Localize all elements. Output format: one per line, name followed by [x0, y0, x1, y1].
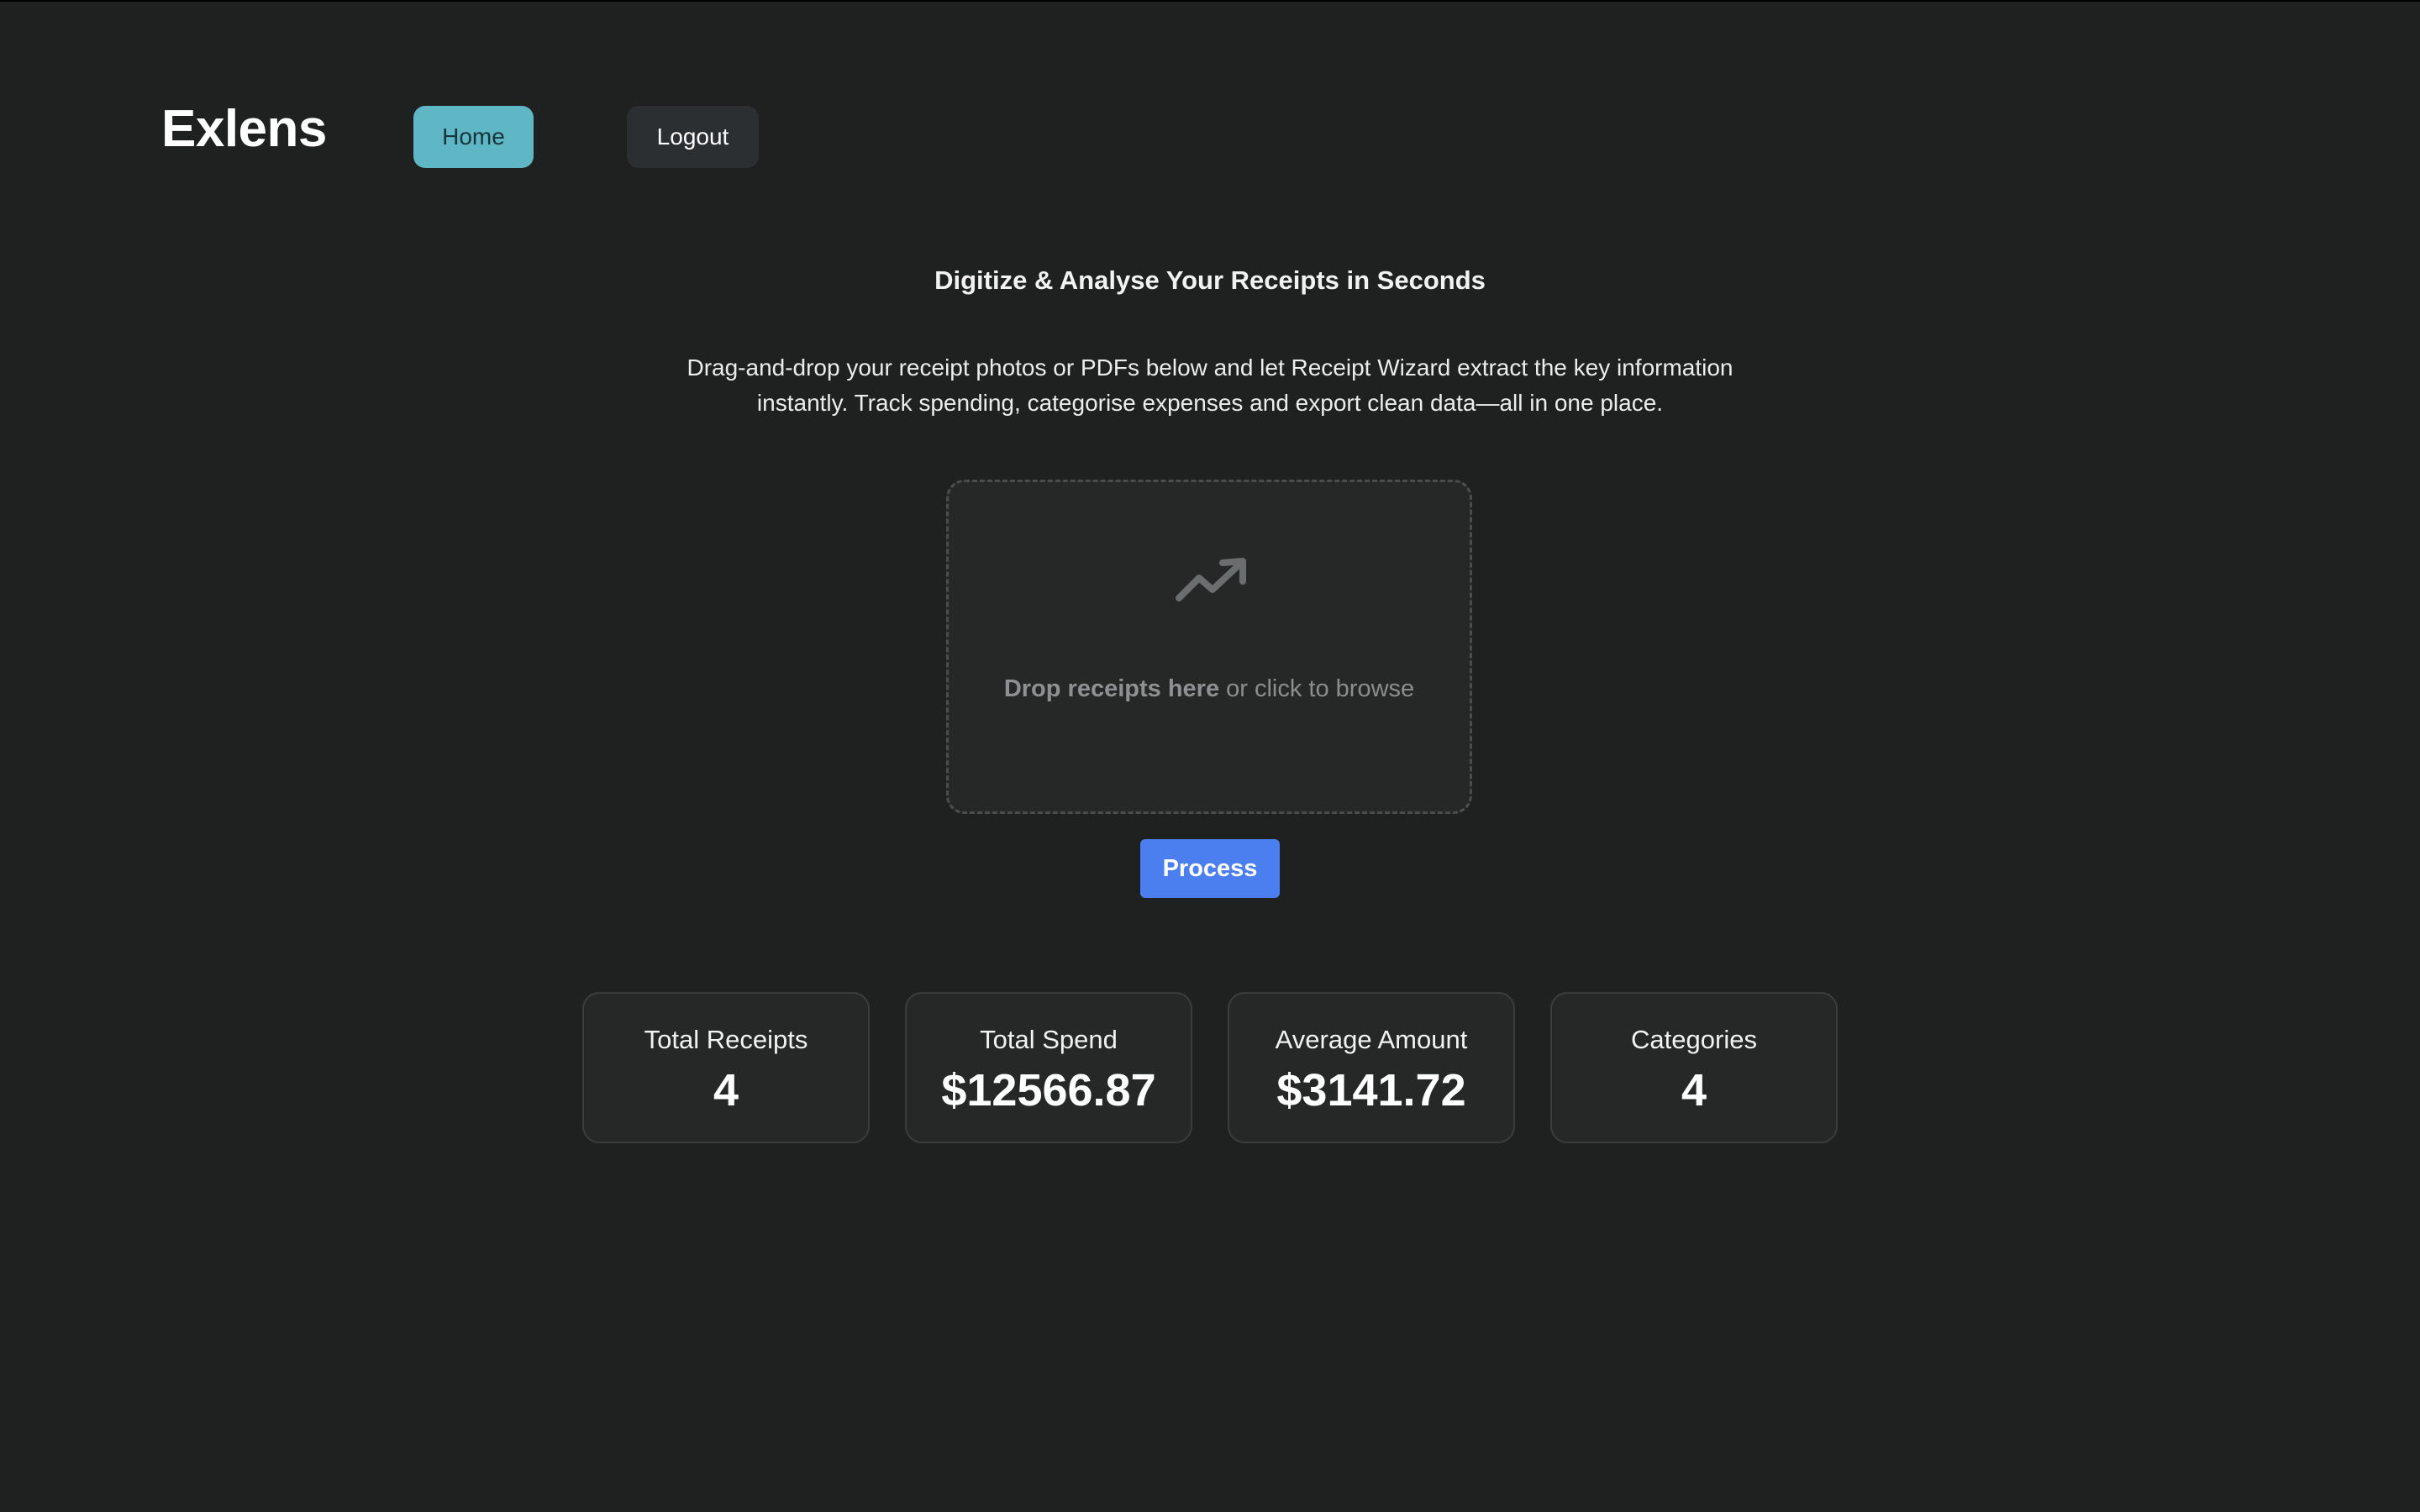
- stat-card-total-receipts: Total Receipts 4: [582, 992, 870, 1143]
- dropzone-prompt-bold: Drop receipts here: [1003, 675, 1220, 702]
- stat-value: $3141.72: [1276, 1065, 1466, 1116]
- stat-value: $12566.87: [941, 1065, 1156, 1116]
- stat-card-categories: Categories 4: [1550, 992, 1838, 1143]
- stat-label: Total Spend: [980, 1025, 1118, 1054]
- header: Exlens Home Logout: [0, 0, 2420, 168]
- stat-label: Average Amount: [1275, 1025, 1468, 1054]
- page-title: Digitize & Analyse Your Receipts in Seco…: [934, 265, 1486, 295]
- stat-value: 4: [1681, 1065, 1707, 1116]
- stat-label: Total Receipts: [644, 1025, 808, 1054]
- stat-label: Categories: [1631, 1025, 1757, 1054]
- page-description: Drag-and-drop your receipt photos or PDF…: [687, 354, 1733, 416]
- stat-card-average-amount: Average Amount $3141.72: [1228, 992, 1515, 1143]
- stat-card-total-spend: Total Spend $12566.87: [905, 992, 1192, 1143]
- brand-logo: Exlens: [161, 100, 327, 158]
- dropzone-prompt-rest: or click to browse: [1219, 675, 1415, 702]
- process-button[interactable]: Process: [1140, 839, 1280, 898]
- stat-value: 4: [713, 1065, 739, 1116]
- trending-up-icon: [1176, 558, 1246, 601]
- logout-button[interactable]: Logout: [627, 106, 759, 168]
- receipt-dropzone[interactable]: Drop receipts here or click to browse: [946, 480, 1472, 814]
- dropzone-prompt: Drop receipts here or click to browse: [949, 675, 1470, 703]
- home-button[interactable]: Home: [413, 106, 534, 168]
